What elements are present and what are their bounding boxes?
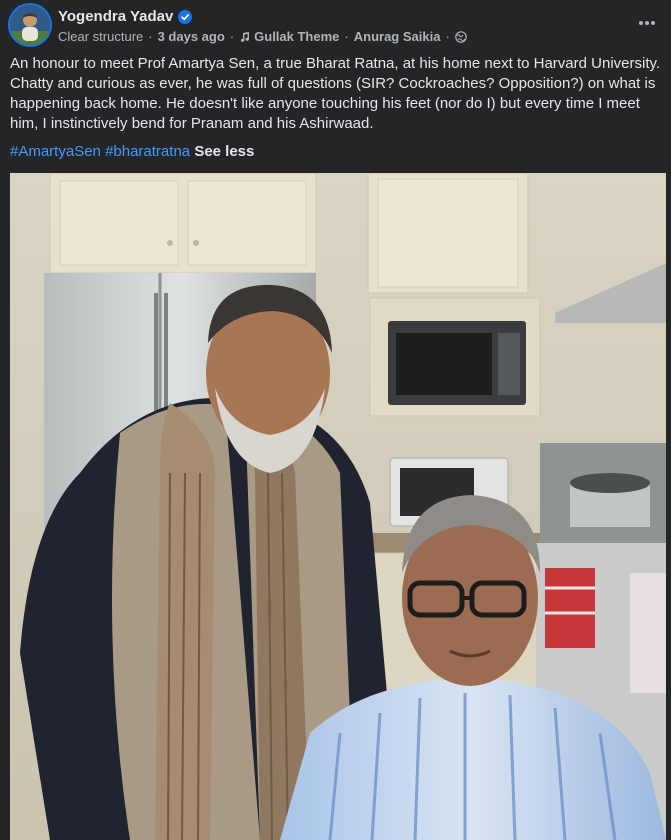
post-hashtags: #AmartyaSen #bharatratna See less (10, 142, 662, 162)
photo-illustration (10, 173, 666, 840)
meta-separator: · (445, 29, 450, 44)
group-link[interactable]: Clear structure (58, 29, 143, 44)
post-photo[interactable] (10, 173, 666, 840)
post-timestamp[interactable]: 3 days ago (158, 29, 225, 44)
verified-badge-icon (178, 9, 193, 24)
post-meta: Clear structure · 3 days ago · Gullak Th… (58, 29, 467, 44)
author-avatar[interactable] (10, 5, 50, 45)
meta-separator: · (148, 29, 153, 44)
author-name-link[interactable]: Yogendra Yadav (58, 8, 193, 25)
globe-icon[interactable] (454, 30, 467, 43)
more-options-button[interactable] (634, 13, 660, 33)
music-note-icon (239, 31, 251, 43)
more-options-icon (639, 21, 655, 25)
song-title-link[interactable]: Gullak Theme (254, 29, 339, 44)
author-name[interactable]: Yogendra Yadav (58, 8, 173, 25)
see-less-button[interactable]: See less (194, 143, 254, 160)
meta-separator: · (344, 29, 349, 44)
meta-separator: · (229, 29, 235, 44)
hashtag-amartyasen[interactable]: #AmartyaSen (10, 143, 101, 160)
artist-link[interactable]: Anurag Saikia (354, 29, 441, 44)
hashtag-bharatratna[interactable]: #bharatratna (105, 143, 190, 160)
post-header: Yogendra Yadav Clear structure · 3 days … (10, 5, 660, 45)
post-body-text: An honour to meet Prof Amartya Sen, a tr… (10, 55, 661, 132)
facebook-post: Yogendra Yadav Clear structure · 3 days … (0, 0, 671, 840)
